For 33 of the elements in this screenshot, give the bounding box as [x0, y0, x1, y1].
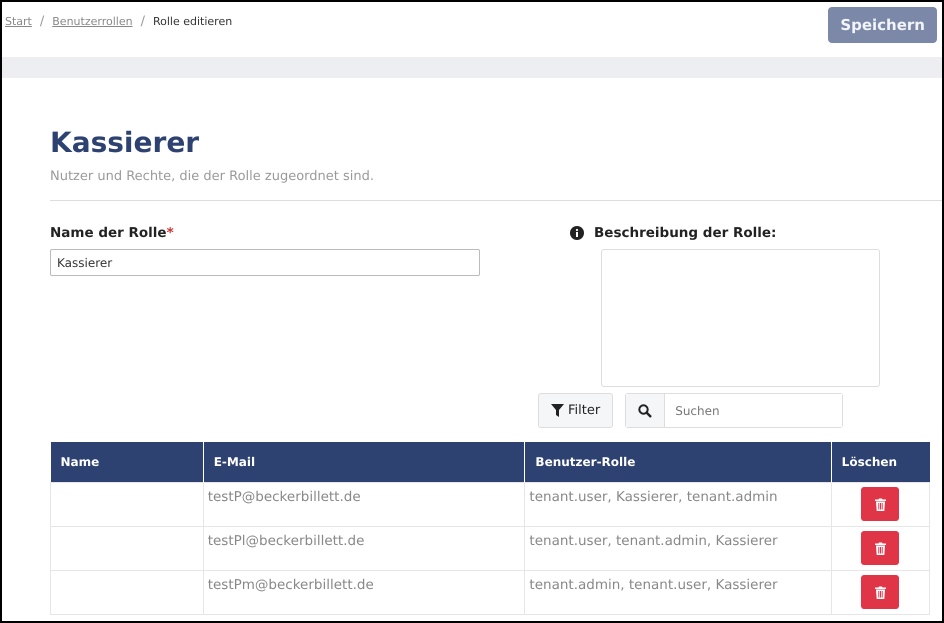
table-cell: tenant.admin, tenant.user, Kassierer	[524, 570, 832, 614]
breadcrumb-current: Rolle editieren	[152, 15, 232, 28]
trash-icon	[874, 586, 886, 598]
field-label: Beschreibung der Rolle:	[594, 225, 776, 241]
info-icon	[570, 226, 584, 240]
trash-icon	[874, 498, 886, 510]
breadcrumb-link[interactable]: Start	[5, 15, 32, 28]
search-icon	[638, 404, 652, 418]
page-subtitle: Nutzer und Rechte, die der Rolle zugeordnet sind.	[50, 169, 376, 184]
column-header: Benutzer-Rolle	[524, 442, 832, 482]
breadcrumb-separator: /	[40, 14, 44, 29]
filter-icon	[551, 404, 564, 417]
trash-icon	[874, 542, 886, 554]
save-button[interactable]: Speichern	[828, 7, 937, 43]
column-header: E-Mail	[203, 442, 525, 482]
description-field[interactable]	[601, 249, 880, 387]
delete-button[interactable]	[861, 531, 900, 565]
breadcrumb-link[interactable]: Benutzerrollen	[52, 15, 133, 28]
page-title: Kassierer	[50, 126, 200, 159]
field-label: Name der Rolle*	[50, 225, 175, 241]
delete-button[interactable]	[861, 575, 900, 609]
table-cell: tenant.user, tenant.admin, Kassierer	[524, 526, 832, 570]
filter-button[interactable]: Filter	[538, 393, 614, 428]
table-cell: testP@beckerbillett.de	[203, 482, 525, 526]
column-header: Löschen	[831, 442, 930, 482]
table-cell: tenant.user, Kassierer, tenant.admin	[524, 482, 832, 526]
table-cell: testPl@beckerbillett.de	[203, 526, 525, 570]
search-field[interactable]: Suchen	[625, 393, 844, 428]
delete-button[interactable]	[861, 487, 900, 521]
column-header: Name	[50, 442, 204, 482]
role-name-field[interactable]: Kassierer	[50, 249, 480, 276]
table-cell: testPm@beckerbillett.de	[203, 570, 525, 614]
breadcrumb-separator: /	[140, 14, 145, 29]
